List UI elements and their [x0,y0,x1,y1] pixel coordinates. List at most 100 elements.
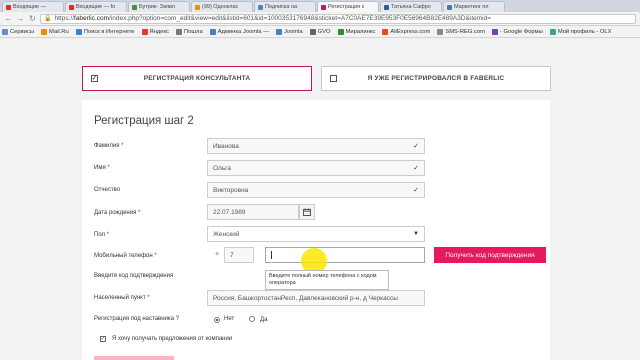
bookmark-icon [337,28,344,35]
already-registered-button[interactable]: Я УЖЕ РЕГИСТРИРОВАЛСЯ В FABERLIC [321,66,551,91]
firstname-field[interactable]: Ольга ✓ [207,160,425,176]
bookmark-icon [209,28,216,35]
favicon-icon [195,4,200,10]
calendar-icon [303,208,311,216]
bookmark-item[interactable]: Миралинкс [337,28,376,35]
city-label: Населенный пункт * [94,295,150,301]
favicon-icon [132,4,137,10]
phone-plus-sign: + [215,251,220,258]
register-consultant-button[interactable]: ✓ РЕГИСТРАЦИЯ КОНСУЛЬТАНТА [82,66,312,91]
birthdate-field[interactable]: 22.07.1989 [207,204,299,220]
register-consultant-label: РЕГИСТРАЦИЯ КОНСУЛЬТАНТА [143,75,251,82]
forward-arrow-icon[interactable]: → [16,14,25,23]
favicon-icon [384,4,389,10]
browser-tab[interactable]: Бутрик- Заявл [128,1,190,12]
bookmark-item[interactable]: Пошла [176,28,203,35]
bookmark-label: Сервисы [10,28,35,35]
bookmark-icon [309,28,316,35]
url-input[interactable]: 🔒 https://faberlic.com/index.php?option=… [40,13,636,24]
bookmark-item[interactable]: AliExpress.com [382,28,430,35]
browser-tab[interactable]: Входящие — fo [65,1,127,12]
bookmark-item[interactable]: Joomla [275,28,303,35]
phone-label: Мобильный телефон * [94,253,157,259]
favicon-icon [447,4,452,10]
browser-tab-label: Маркетинг пл [454,4,489,10]
bookmark-item[interactable]: GVO [309,28,331,35]
phone-country-code-field[interactable]: 7 [224,247,254,263]
bookmark-icon [437,28,444,35]
gender-select[interactable]: Женский ▼ [207,226,425,242]
patronymic-label: Отчество [94,187,121,193]
check-icon: ✓ [413,187,419,194]
browser-tab-label: Татьяна Сафро [391,4,431,10]
browser-tab-label: Регистрация к [328,4,365,10]
page-content: ✓ РЕГИСТРАЦИЯ КОНСУЛЬТАНТА Я УЖЕ РЕГИСТР… [0,38,640,360]
bookmark-icon [275,28,282,35]
mentor-label: Регистрация под наставника ? [94,316,179,322]
calendar-button[interactable] [299,204,315,220]
lastname-label: Фамилия * [94,143,124,149]
browser-tab-label: Входящие — [13,4,47,10]
city-field[interactable]: Россия, БашкортостанРесп, Давлекановский… [207,290,425,306]
bookmark-label: Миралинкс [345,28,376,35]
browser-tab-strip: Входящие — Входящие — fo Бутрик- Заявл (99… [0,0,640,12]
bookmark-label: Мой профиль - OLX [557,28,612,35]
lastname-field[interactable]: Иванова ✓ [207,138,425,154]
check-icon: ✓ [91,76,98,82]
mentor-no-label: Нет [224,316,235,322]
reload-icon[interactable]: ↻ [28,14,37,23]
browser-tab[interactable]: (99) Одноклас [191,1,253,12]
bookmark-item[interactable]: Мой профиль - OLX [549,28,612,35]
check-icon: ✓ [413,143,419,150]
bookmark-label: GVO [317,28,331,35]
bookmark-icon [2,28,8,35]
browser-tab[interactable]: Маркетинг пл [443,1,505,12]
check-icon: ✓ [413,165,419,172]
browser-tab[interactable]: Татьяна Сафро [380,1,442,12]
bookmark-item[interactable]: Админка Joomla — [209,28,269,35]
bookmark-icon [75,28,82,35]
bookmark-item[interactable]: Яндекс [141,28,169,35]
favicon-icon [69,4,74,10]
bookmark-item[interactable]: Поиск в Интернете [75,28,135,35]
bookmark-label: Пошла [184,28,203,35]
bookmark-icon [549,28,556,35]
text-caret [271,251,272,259]
browser-tab[interactable]: Входящие — [2,1,64,12]
birthdate-label: Дата рождения * [94,210,141,216]
gender-label: Пол * [94,232,110,238]
offers-checkbox[interactable]: ✓ [100,336,106,342]
submit-button[interactable] [94,356,174,360]
browser-tab[interactable]: Регистрация к [317,1,379,12]
check-icon: ✓ [100,336,106,342]
bookmark-item[interactable]: SMS-REG.com [437,28,485,35]
patronymic-field[interactable]: Викторовна ✓ [207,182,425,198]
browser-tab-label: (99) Одноклас [202,4,239,10]
offers-label: Я хочу получать предложения от компании [112,336,233,342]
firstname-label: Имя * [94,165,110,171]
bookmarks-bar: Сервисы Mail.Ru Поиск в Интернете Яндекс Пош… [0,26,640,38]
favicon-icon [6,4,11,10]
browser-tab-label: Входящие — fo [76,4,116,10]
bookmark-icon [176,28,183,35]
chevron-down-icon: ▼ [413,231,419,237]
bookmark-item[interactable]: Сервисы [2,28,35,35]
mentor-no-radio[interactable] [214,317,220,323]
bookmark-icon [141,28,148,35]
favicon-icon [321,4,326,10]
mentor-yes-label: Да [260,317,268,323]
url-prefix: https:// [54,15,74,22]
browser-tab-label: Бутрик- Заявл [139,4,176,10]
url-host: faberlic.com [74,15,110,22]
phone-input[interactable] [265,247,425,263]
bookmark-label: - Google Формы [499,28,543,35]
mentor-yes-radio[interactable] [249,316,255,322]
checkbox-already [330,75,337,82]
phone-tooltip: Введите полный номер телефона с кодом оп… [265,270,389,290]
get-code-button[interactable]: Получить код подтверждения [434,247,546,263]
bookmark-icon [41,28,48,35]
bookmark-item[interactable]: Mail.Ru [41,28,69,35]
bookmark-item[interactable]: - Google Формы [491,28,543,35]
back-arrow-icon[interactable]: ← [4,14,13,23]
browser-tab[interactable]: Подписка на [254,1,316,12]
